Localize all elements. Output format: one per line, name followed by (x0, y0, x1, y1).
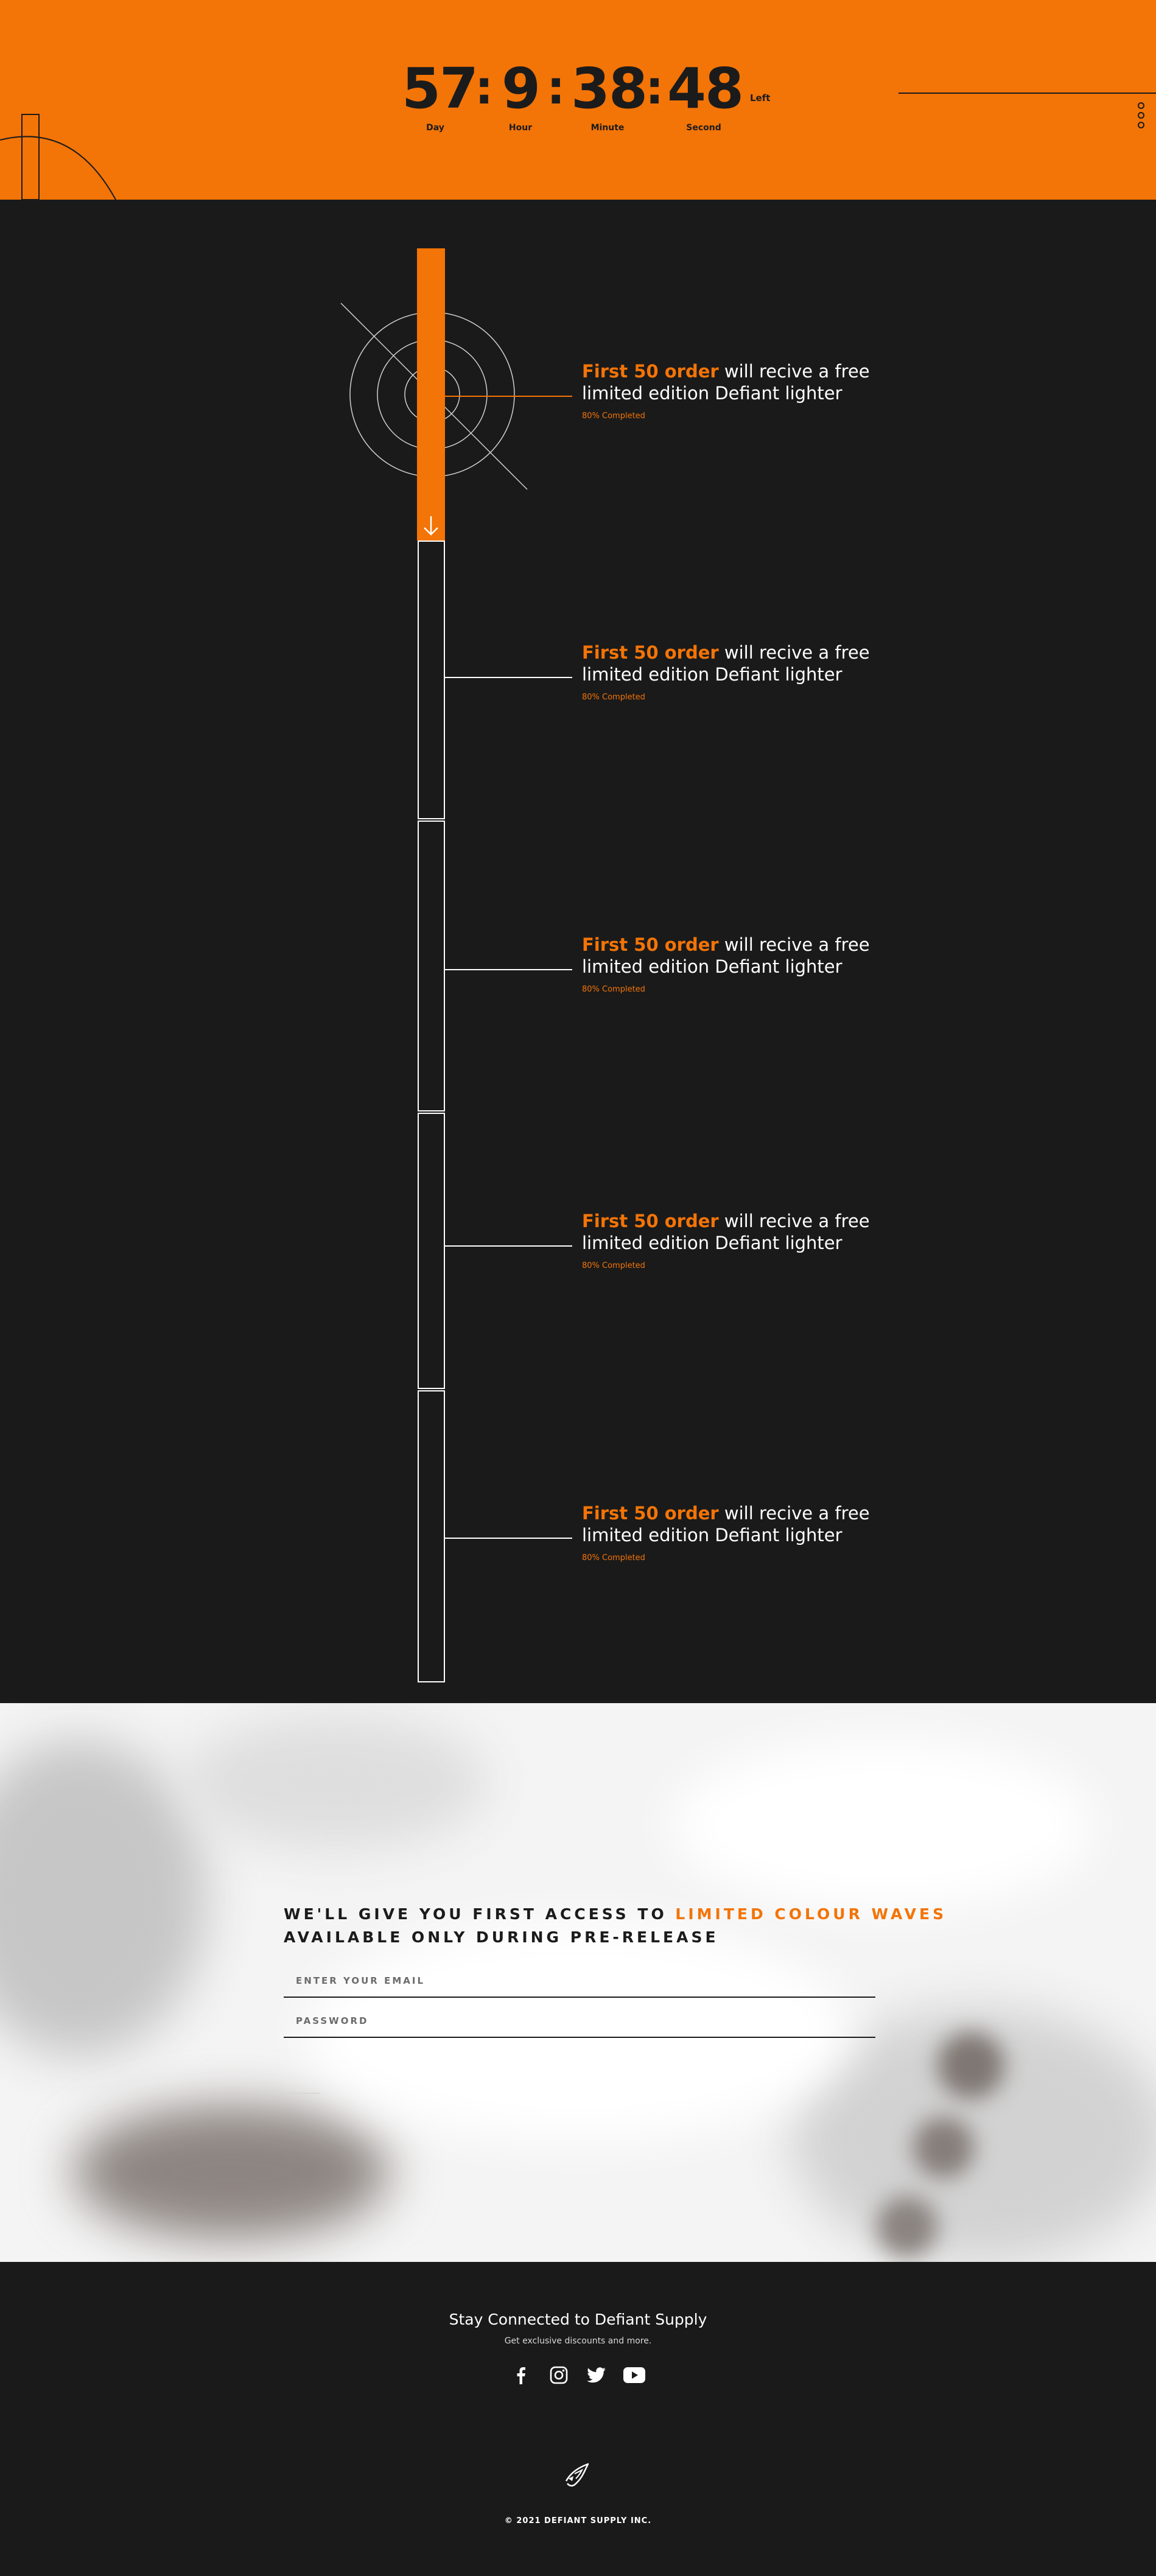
progress-bar-segment (418, 1390, 445, 1682)
menu-dots-icon[interactable] (1138, 102, 1146, 134)
milestone-item: First 50 order will recive a free limite… (582, 360, 899, 421)
signup-heading-post: AVAILABLE ONLY DURING PRE-RELEASE (284, 1928, 719, 1946)
milestone-status: 80% Completed (582, 411, 645, 421)
countdown-timer: 57 Day : 9 Hour : 38 Minute : 48 Second … (402, 61, 779, 146)
signup-heading: WE'LL GIVE YOU FIRST ACCESS TO LIMITED C… (284, 1903, 947, 1949)
countdown-day: 57 Day (402, 56, 478, 133)
milestone-item: First 50 order will recive a free limite… (582, 1210, 899, 1270)
milestone-connector (445, 677, 572, 678)
footer-title: Stay Connected to Defiant Supply (449, 2311, 707, 2328)
twitter-icon[interactable] (584, 2363, 609, 2387)
progress-bar-segment (418, 1113, 445, 1389)
countdown-day-value: 57 (402, 56, 478, 121)
countdown-second: 48 Second (667, 56, 744, 133)
header-divider-line (899, 93, 1156, 94)
countdown-second-value: 48 (667, 56, 744, 121)
countdown-minute-value: 38 (571, 56, 648, 121)
milestone-title: First 50 order will recive a free limite… (582, 1502, 899, 1546)
milestone-highlight: First 50 order (582, 361, 719, 382)
milestone-title: First 50 order will recive a free limite… (582, 642, 899, 685)
signup-heading-highlight: LIMITED COLOUR WAVES (675, 1905, 947, 1923)
milestone-title: First 50 order will recive a free limite… (582, 934, 899, 978)
defiant-logo-icon (565, 2463, 589, 2487)
countdown-separator: : (475, 60, 494, 114)
milestone-title: First 50 order will recive a free limite… (582, 360, 899, 404)
progress-bar-segment (418, 821, 445, 1111)
milestone-connector (445, 969, 572, 970)
countdown-minute: 38 Minute (571, 56, 648, 133)
milestone-item: First 50 order will recive a free limite… (582, 642, 899, 702)
countdown-separator: : (547, 60, 566, 114)
milestone-highlight: First 50 order (582, 1503, 719, 1524)
progress-bar-fill (417, 248, 445, 541)
milestone-status: 80% Completed (582, 1261, 645, 1270)
milestone-item: First 50 order will recive a free limite… (582, 934, 899, 994)
youtube-icon[interactable] (622, 2363, 646, 2387)
milestone-item: First 50 order will recive a free limite… (582, 1502, 899, 1563)
email-field-wrapper (284, 1965, 875, 1998)
site-footer: Stay Connected to Defiant Supply Get exc… (0, 2262, 1156, 2576)
signup-heading-pre: WE'LL GIVE YOU FIRST ACCESS TO (284, 1905, 676, 1923)
menu-dot (1138, 122, 1144, 128)
milestone-title: First 50 order will recive a free limite… (582, 1210, 899, 1254)
progress-bar-segment (418, 541, 445, 819)
facebook-icon[interactable] (509, 2363, 533, 2387)
milestone-status: 80% Completed (582, 985, 645, 994)
rewards-timeline: First 50 order will recive a free limite… (0, 200, 1156, 1703)
milestone-highlight: First 50 order (582, 1211, 719, 1231)
countdown-separator: : (645, 60, 664, 114)
countdown-hour: 9 Hour (499, 61, 542, 133)
countdown-header: 57 Day : 9 Hour : 38 Minute : 48 Second … (0, 0, 1156, 200)
milestone-connector (445, 1538, 572, 1539)
milestone-connector (445, 1245, 572, 1247)
countdown-hour-label: Hour (508, 123, 533, 133)
arrow-down-icon (424, 516, 438, 536)
milestone-highlight: First 50 order (582, 934, 719, 955)
countdown-minute-label: Minute (590, 123, 625, 133)
footer-copyright: © 2021 DEFIANT SUPPLY INC. (504, 2516, 652, 2525)
milestone-status: 80% Completed (582, 1553, 645, 1563)
milestone-highlight: First 50 order (582, 642, 719, 663)
countdown-suffix: Left (750, 93, 771, 103)
footer-subtitle: Get exclusive discounts and more. (504, 2336, 652, 2346)
password-field-wrapper (284, 2005, 875, 2038)
menu-dot (1138, 102, 1144, 109)
menu-dot (1138, 112, 1144, 119)
milestone-status: 80% Completed (582, 693, 645, 702)
countdown-second-label: Second (686, 123, 721, 133)
email-field[interactable] (284, 1965, 875, 1997)
instagram-icon[interactable] (547, 2363, 571, 2387)
countdown-hour-value: 9 (501, 56, 541, 121)
milestone-connector-active (431, 396, 572, 397)
password-field[interactable] (284, 2005, 875, 2037)
social-links (509, 2363, 655, 2387)
pre-release-signup: WE'LL GIVE YOU FIRST ACCESS TO LIMITED C… (0, 1703, 1156, 2262)
countdown-day-label: Day (426, 123, 444, 133)
submit-button[interactable] (284, 2093, 320, 2094)
